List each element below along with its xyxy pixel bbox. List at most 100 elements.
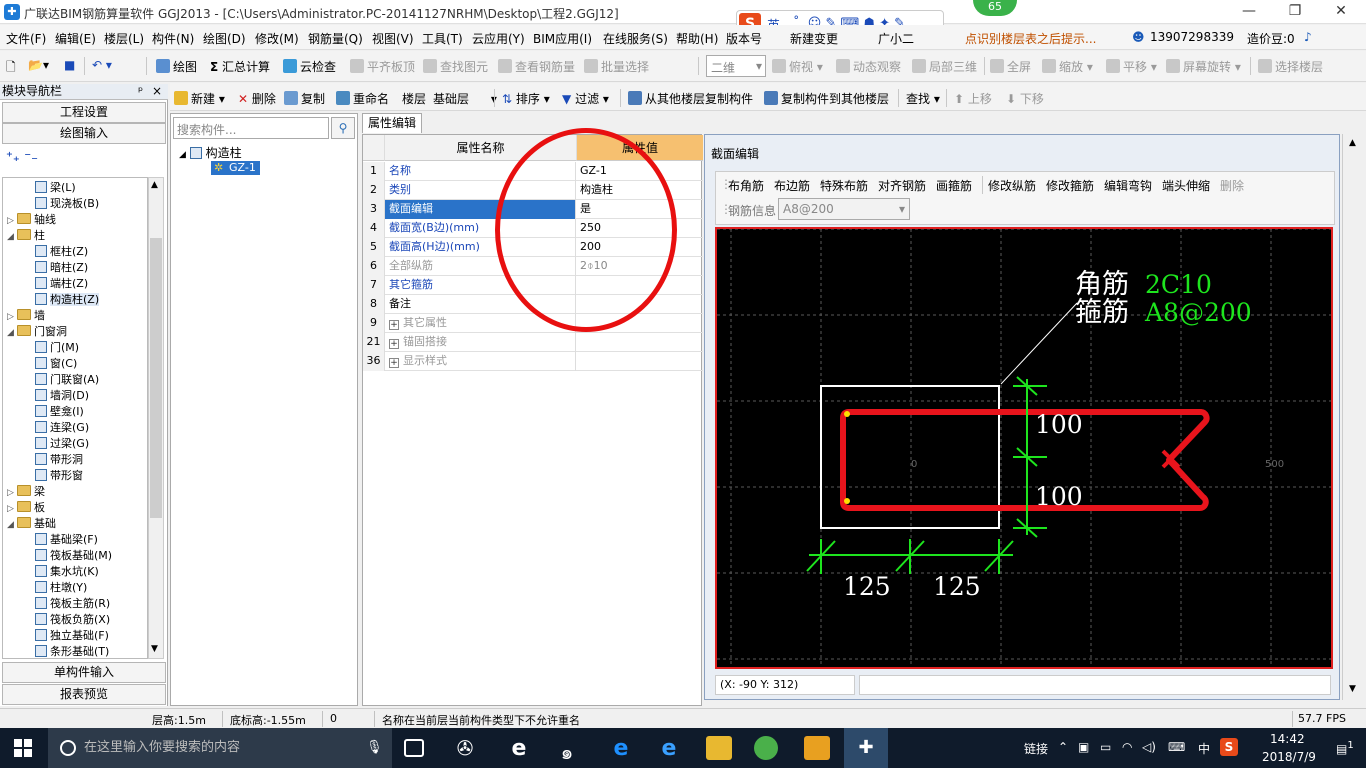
ie-blue-icon[interactable]: e: [656, 736, 682, 761]
corner-rebar-dot[interactable]: [844, 498, 850, 504]
expand-plus-icon[interactable]: +: [389, 358, 399, 368]
expand-all-icon[interactable]: ⁺₊ ⁻₋: [6, 150, 38, 165]
restore-button[interactable]: ❐: [1272, 0, 1318, 24]
property-value[interactable]: 构造柱: [577, 181, 703, 200]
dynamic-view-button[interactable]: 动态观察: [836, 58, 901, 75]
new-button[interactable]: 新建 ▾: [174, 90, 225, 107]
nav-folder[interactable]: ▷ 板: [7, 500, 45, 516]
select-floor-button[interactable]: 选择楼层: [1258, 58, 1323, 75]
menu-edit[interactable]: 编辑(E): [55, 30, 96, 47]
property-row[interactable]: 9 + 其它属性: [363, 314, 703, 333]
move-down-button[interactable]: ⬇ 下移: [1006, 90, 1044, 107]
minimize-button[interactable]: —: [1226, 0, 1272, 24]
nav-tree-item[interactable]: 筏板基础(M): [35, 548, 112, 564]
tool-side-rebar[interactable]: 布边筋: [774, 177, 810, 194]
nav-tree-item[interactable]: 窗(C): [35, 356, 77, 372]
nav-tree-item[interactable]: 门(M): [35, 340, 79, 356]
top-view-button[interactable]: 俯视 ▾: [772, 58, 823, 75]
menu-floor[interactable]: 楼层(L): [104, 30, 144, 47]
sort-button[interactable]: ⇅ 排序 ▾: [502, 90, 550, 107]
nav-folder[interactable]: ▷ 梁: [7, 484, 45, 500]
tool-delete[interactable]: 删除: [1220, 177, 1244, 194]
tool-draw-stirrup[interactable]: 画箍筋: [936, 177, 972, 194]
stirrup-rebar[interactable]: [840, 409, 1210, 511]
section-drawing[interactable]: 0 500 角筋 2C10 箍筋 A8@200 100 100 125 125: [717, 229, 1331, 667]
nav-tree-item[interactable]: 筏板负筋(X): [35, 612, 110, 628]
spiral-app-icon[interactable]: ๑: [554, 736, 580, 764]
menu-file[interactable]: 文件(F): [6, 30, 46, 47]
expand-toggle-icon[interactable]: ◢: [7, 325, 17, 341]
tray-link[interactable]: 链接: [1024, 740, 1048, 757]
nav-folder[interactable]: ◢ 基础: [7, 516, 56, 532]
tool-modify-longitudinal[interactable]: 修改纵筋: [988, 177, 1036, 194]
sogou-tray-icon[interactable]: S: [1220, 738, 1238, 756]
nav-tree-item[interactable]: 门联窗(A): [35, 372, 99, 388]
nav-tree-item[interactable]: 壁龛(I): [35, 404, 84, 420]
search-icon[interactable]: ⚲: [331, 117, 355, 139]
menu-draw[interactable]: 绘图(D): [203, 30, 246, 47]
pin-icon[interactable]: ᵖ: [138, 84, 143, 99]
close-button[interactable]: ✕: [1318, 0, 1364, 24]
expand-plus-icon[interactable]: +: [389, 320, 399, 330]
tool-corner-rebar[interactable]: 布角筋: [728, 177, 764, 194]
expand-toggle-icon[interactable]: ◢: [7, 517, 17, 533]
property-value[interactable]: 250: [577, 219, 703, 238]
section-canvas[interactable]: 0 500 角筋 2C10 箍筋 A8@200 100 100 125 125: [715, 227, 1333, 669]
fan-app-icon[interactable]: ✇: [452, 736, 478, 760]
keyboard-icon[interactable]: ⌨: [1168, 740, 1185, 754]
menu-bim[interactable]: BIM应用(I): [533, 30, 592, 47]
scroll-thumb[interactable]: [150, 238, 162, 518]
nav-tree-item[interactable]: 筏板主筋(R): [35, 596, 110, 612]
property-value[interactable]: 2⌽10: [577, 257, 703, 276]
clock-date[interactable]: 2018/7/9: [1262, 750, 1316, 764]
rename-button[interactable]: 重命名: [336, 90, 389, 107]
view-rebar-button[interactable]: 查看钢筋量: [498, 58, 575, 75]
filter-button[interactable]: ▼ 过滤 ▾: [562, 90, 609, 107]
nav-folder[interactable]: ◢ 柱: [7, 228, 45, 244]
browser-360-icon[interactable]: [754, 736, 778, 760]
wifi-icon[interactable]: ◠: [1122, 740, 1132, 754]
property-row[interactable]: 2 类别 构造柱: [363, 181, 703, 200]
property-row[interactable]: 1 名称 GZ-1: [363, 162, 703, 181]
nav-folder[interactable]: ▷ 轴线: [7, 212, 56, 228]
tray-app-icon[interactable]: ▣: [1078, 740, 1089, 754]
single-input-button[interactable]: 单构件输入: [2, 662, 166, 683]
copy-from-floor-button[interactable]: 从其他楼层复制构件: [628, 90, 753, 107]
draw-button[interactable]: 绘图: [156, 58, 197, 75]
nav-tree-item[interactable]: 梁(L): [35, 180, 76, 196]
property-row[interactable]: 5 截面高(H边)(mm) 200: [363, 238, 703, 257]
menu-view[interactable]: 视图(V): [372, 30, 414, 47]
find-elem-button[interactable]: 查找图元: [423, 58, 488, 75]
property-value[interactable]: [577, 314, 703, 333]
scroll-up-icon[interactable]: ▲: [1349, 138, 1356, 148]
property-row[interactable]: 4 截面宽(B边)(mm) 250: [363, 219, 703, 238]
property-value[interactable]: GZ-1: [577, 162, 703, 181]
tray-expand-icon[interactable]: ⌃: [1058, 740, 1068, 754]
notes-app-icon[interactable]: [804, 736, 830, 760]
move-up-button[interactable]: ⬆ 上移: [954, 90, 992, 107]
delete-button[interactable]: ✕ 删除: [238, 90, 276, 107]
expand-toggle-icon[interactable]: ▷: [7, 309, 17, 325]
menu-component[interactable]: 构件(N): [152, 30, 194, 47]
nav-tree-item[interactable]: 基础梁(F): [35, 532, 98, 548]
pan-button[interactable]: 平移 ▾: [1106, 58, 1157, 75]
coin-balance[interactable]: 造价豆:0: [1247, 30, 1295, 47]
user-avatar-icon[interactable]: ☻: [1132, 30, 1145, 44]
property-row[interactable]: 6 全部纵筋 2⌽10: [363, 257, 703, 276]
fullscreen-button[interactable]: 全屏: [990, 58, 1031, 75]
new-file-icon[interactable]: 🗋: [6, 58, 16, 79]
undo-icon[interactable]: ↶ ▾: [92, 58, 112, 72]
nav-tree-item[interactable]: 过梁(G): [35, 436, 89, 452]
property-value[interactable]: [577, 352, 703, 371]
bell-icon[interactable]: ♪: [1304, 30, 1312, 44]
property-row[interactable]: 36 + 显示样式: [363, 352, 703, 371]
copy-button[interactable]: 复制: [284, 90, 325, 107]
view-mode-select[interactable]: 二维 ▾: [706, 55, 766, 77]
edge-icon[interactable]: e: [608, 736, 634, 761]
tool-modify-stirrup[interactable]: 修改箍筋: [1046, 177, 1094, 194]
menu-version[interactable]: 版本号: [726, 30, 762, 47]
scroll-down-icon[interactable]: ▼: [151, 644, 158, 654]
rebar-info-select[interactable]: A8@200 ▾: [778, 198, 910, 220]
menu-help[interactable]: 帮助(H): [676, 30, 718, 47]
nav-tree-item[interactable]: 带形窗: [35, 468, 83, 484]
